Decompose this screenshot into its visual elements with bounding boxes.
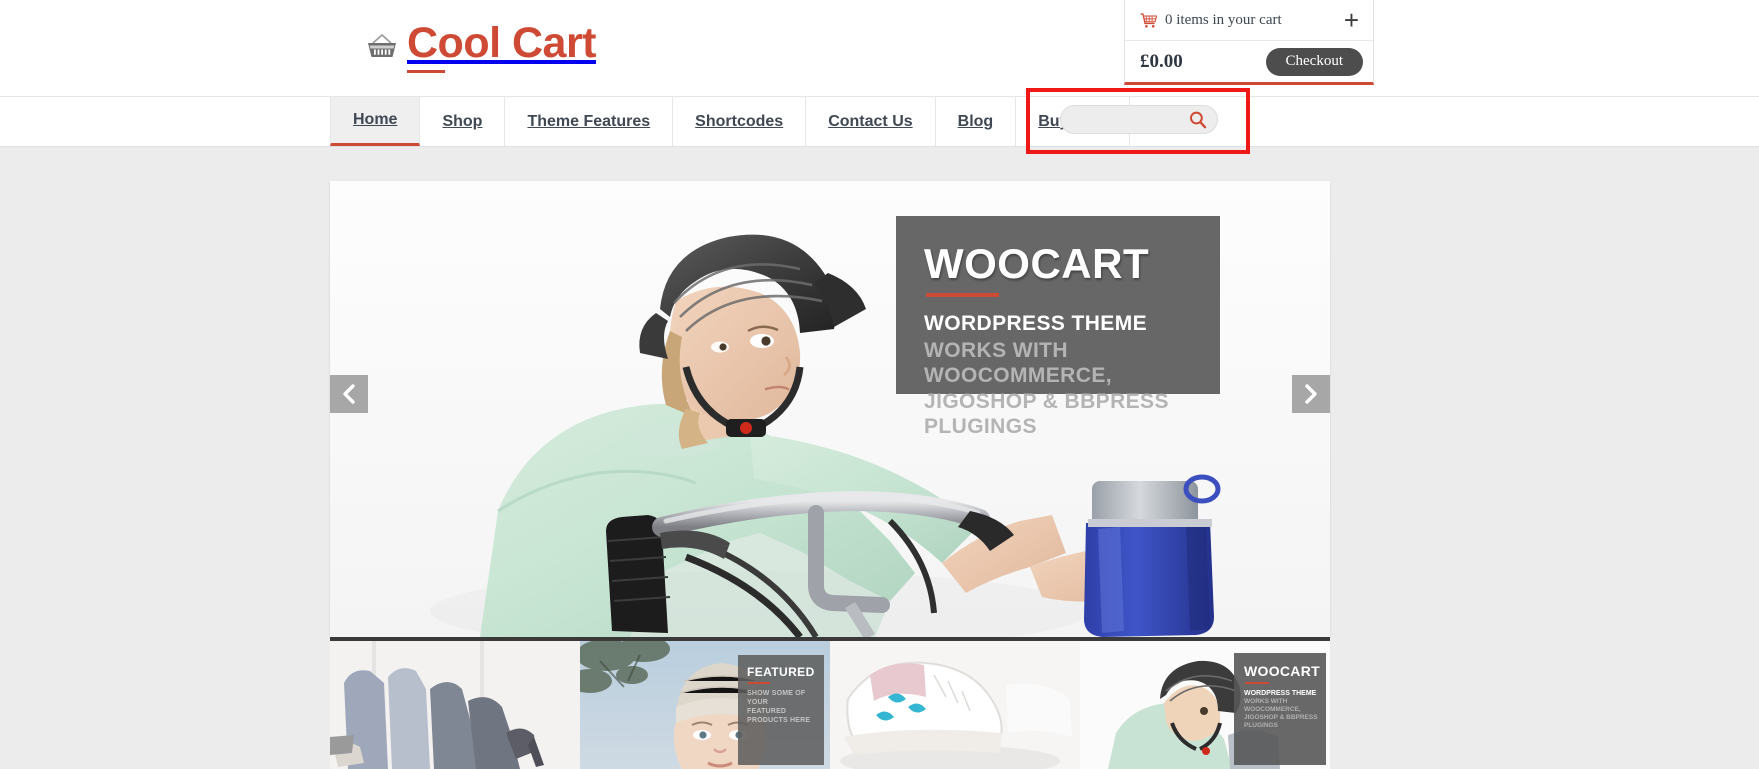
page-root: Cool Cart 0 items in your cart + £0.00 C… <box>0 0 1759 769</box>
nav-item-theme-features[interactable]: Theme Features <box>505 97 674 146</box>
slide-caption-subtitle: WORDPRESS THEME <box>924 312 1148 335</box>
thumbnail-white-sneaker[interactable] <box>830 641 1080 769</box>
slide-caption-title: WOOCART <box>924 240 1150 287</box>
cart-total-amount: £0.00 <box>1140 50 1183 72</box>
thumbnail-featured-desc-line1: SHOW SOME OF YOUR <box>747 690 806 706</box>
logo-text-wrap: Cool Cart <box>407 18 597 73</box>
slide-caption-desc-line1: WORKS WITH WOOCOMMERCE, <box>924 339 1112 387</box>
thumbnail-featured-caption: FEATURED SHOW SOME OF YOUR FEATURED PROD… <box>738 655 824 765</box>
checkout-button[interactable]: Checkout <box>1265 47 1363 76</box>
slider-thumbnail-divider <box>330 637 1330 641</box>
thumbnail-featured-rule <box>748 682 770 684</box>
search-input[interactable] <box>1061 106 1187 133</box>
slider-thumbnail-strip: FEATURED SHOW SOME OF YOUR FEATURED PROD… <box>330 641 1330 769</box>
thumbnail-woocart-rule <box>1245 682 1269 684</box>
thumbnail-woocart-title: WOOCART <box>1244 663 1320 679</box>
main-navigation-bar: Home Shop Theme Features Shortcodes Cont… <box>0 96 1759 147</box>
shopping-basket-icon <box>368 33 396 57</box>
nav-item-shortcodes[interactable]: Shortcodes <box>673 97 807 146</box>
slide-caption-rule <box>926 293 999 297</box>
thumbnail-shoes-heels[interactable] <box>330 641 580 769</box>
magnifier-icon[interactable] <box>1187 109 1209 131</box>
logo-underline <box>407 70 445 73</box>
shopping-trolley-icon <box>1140 12 1157 28</box>
cart-summary-row[interactable]: 0 items in your cart + <box>1125 0 1373 41</box>
slider-next-button[interactable] <box>1292 375 1330 413</box>
thumbnail-woocart-desc-line2: JIGOSHOP & BBPRESS PLUGINGS <box>1244 714 1318 729</box>
chevron-left-icon <box>343 384 355 404</box>
thumbnail-woocart-desc-line1: WORKS WITH WOOCOMMERCE, <box>1244 698 1301 713</box>
cart-item-count-label: 0 items in your cart <box>1165 11 1282 28</box>
thumbnail-featured-desc-line2: FEATURED PRODUCTS HERE <box>747 708 811 724</box>
cart-widget[interactable]: 0 items in your cart + £0.00 Checkout <box>1124 0 1374 85</box>
hero-slider[interactable]: WOOCART WORDPRESS THEME WORKS WITH WOOCO… <box>330 181 1330 637</box>
slide-caption-panel: WOOCART WORDPRESS THEME WORKS WITH WOOCO… <box>896 216 1220 438</box>
thumbnail-winter-hat-featured[interactable]: FEATURED SHOW SOME OF YOUR FEATURED PROD… <box>580 641 830 769</box>
nav-item-home[interactable]: Home <box>330 97 421 146</box>
site-logo[interactable]: Cool Cart <box>365 18 597 73</box>
slider-prev-button[interactable] <box>330 375 368 413</box>
thumbnail-woocart-cyclist[interactable]: WOOCART WORDPRESS THEME WORKS WITH WOOCO… <box>1080 641 1330 769</box>
search-box[interactable] <box>1060 105 1218 134</box>
nav-item-contact-us[interactable]: Contact Us <box>806 97 936 146</box>
nav-item-blog[interactable]: Blog <box>935 97 1017 146</box>
thumbnail-featured-title: FEATURED <box>747 665 815 679</box>
thumbnail-woocart-subtitle: WORDPRESS THEME <box>1244 690 1317 697</box>
slide-caption-desc-line2: JIGOSHOP & BBPRESS PLUGINGS <box>924 390 1169 438</box>
logo-title: Cool Cart <box>407 19 597 67</box>
cart-total-row: £0.00 Checkout <box>1125 41 1373 82</box>
plus-icon[interactable]: + <box>1344 7 1359 33</box>
site-header: Cool Cart 0 items in your cart + £0.00 C… <box>0 0 1759 96</box>
thumbnail-woocart-caption: WOOCART WORDPRESS THEME WORKS WITH WOOCO… <box>1234 653 1326 765</box>
chevron-right-icon <box>1305 384 1317 404</box>
nav-item-shop[interactable]: Shop <box>420 97 506 146</box>
